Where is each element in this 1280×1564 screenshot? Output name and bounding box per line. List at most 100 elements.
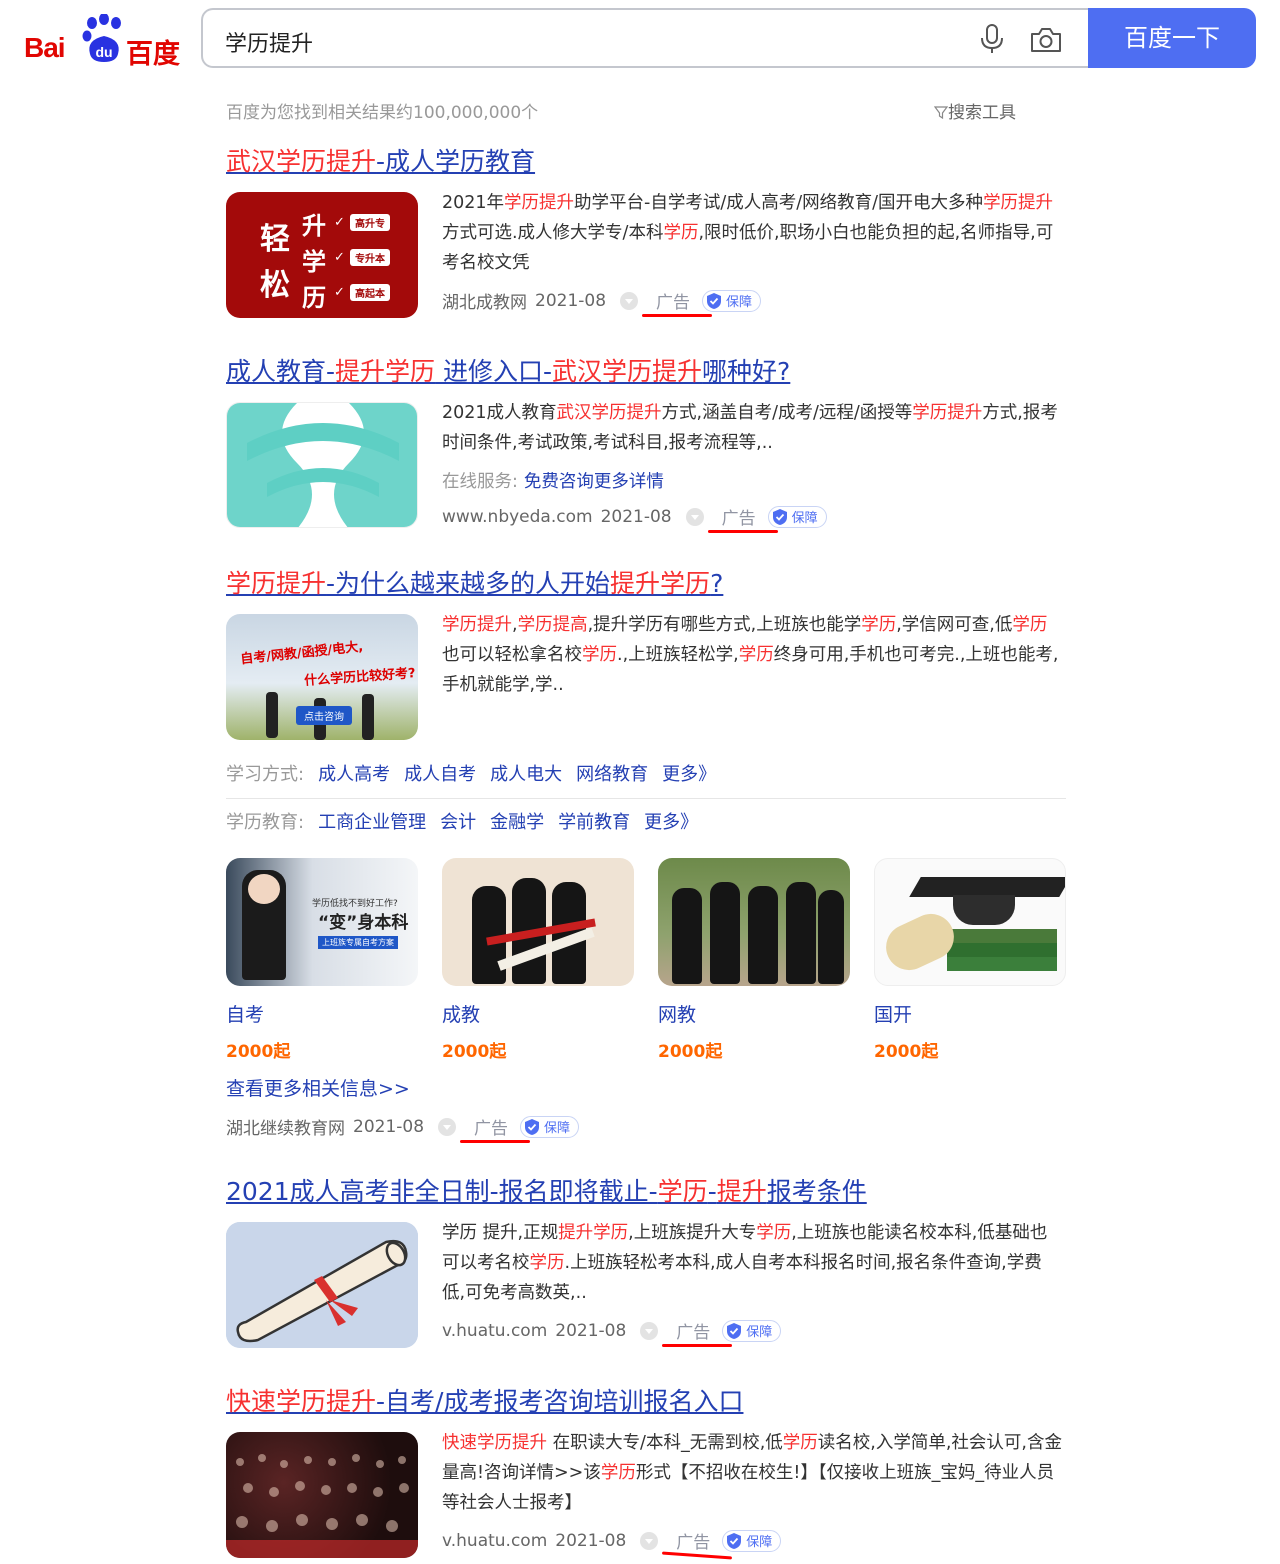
card-name[interactable]: 自考 — [226, 1000, 418, 1027]
search-tools-label: 搜索工具 — [948, 103, 1016, 123]
thumb-tag-2: 专升本 — [350, 249, 390, 266]
snippet-seg: 助学平台-自学考试/成人高考/网络教育/国开电大多种 — [574, 193, 984, 213]
study-mode-link[interactable]: 成人高考 — [318, 764, 390, 785]
thumb-tag-3: 高起本 — [350, 284, 390, 301]
snippet-seg: 学历 提升,正规 — [442, 1223, 559, 1243]
result-site[interactable]: v.huatu.com — [442, 1321, 547, 1341]
snippet-seg: 学历 — [582, 645, 617, 665]
result-snippet-4: 学历 提升,正规提升学历,上班族提升大专学历,上班族也能读名校本科,低基础也可以… — [442, 1218, 1062, 1308]
ad-label[interactable]: 广告 — [460, 1114, 531, 1143]
snippet-seg: 学历 — [663, 223, 699, 243]
guard-badge[interactable]: 保障 — [722, 1529, 782, 1552]
result-thumbnail-2[interactable] — [226, 402, 418, 528]
card-price: 2000起 — [874, 1042, 939, 1062]
product-card-chengjiao[interactable]: 成教 2000起 — [442, 858, 634, 1062]
result-meta-4: v.huatu.com 2021-08 广告 保障 — [442, 1318, 782, 1347]
education-link[interactable]: 金融学 — [490, 812, 544, 833]
ad-label[interactable]: 广告 — [707, 504, 778, 533]
shield-check-icon — [727, 1322, 742, 1339]
title-seg: 成人教育- — [226, 357, 336, 386]
thumb-line-2: 什么学历比较好考? — [303, 666, 417, 689]
result-thumbnail-4[interactable] — [226, 1222, 418, 1348]
guard-badge[interactable]: 保障 — [520, 1115, 580, 1138]
dropdown-dot-icon[interactable] — [438, 1117, 457, 1136]
ad-text: 广告 — [676, 1533, 711, 1553]
result-title-5[interactable]: 快速学历提升-自考/成考报考咨询培训报名入口 — [226, 1382, 1066, 1418]
card-name[interactable]: 成教 — [442, 1000, 634, 1027]
ad-text: 广告 — [656, 293, 691, 313]
guard-text: 保障 — [544, 1121, 571, 1136]
classroom-crowd-image — [226, 1454, 418, 1558]
result-thumbnail-5[interactable] — [226, 1432, 418, 1558]
product-card-wangjiao[interactable]: 网教 2000起 — [658, 858, 850, 1062]
result-site[interactable]: 湖北继续教育网 — [226, 1114, 345, 1139]
snippet-seg: 学历提升 — [504, 193, 575, 213]
title-seg: 2021成人高考非全日制-报名即将截止- — [226, 1177, 658, 1206]
snippet-seg: 2021年 — [442, 193, 505, 213]
result-title-1[interactable]: 武汉学历提升-成人学历教育 — [226, 142, 1066, 178]
result-snippet-3: 学历提升,学历提高,提升学历有哪些方式,上班族也能学学历,学信网可查,低学历也可… — [442, 610, 1062, 700]
snippet-seg: ,上班族提升大专 — [628, 1223, 757, 1243]
result-date: 2021-08 — [600, 506, 672, 527]
study-mode-more-link[interactable]: 更多》 — [662, 764, 716, 785]
ad-label[interactable]: 广告 — [642, 288, 713, 317]
education-more-link[interactable]: 更多》 — [644, 812, 698, 833]
title-seg: -成人学历教育 — [376, 147, 536, 176]
microphone-icon[interactable] — [979, 24, 1005, 54]
snippet-seg: 快速学历提升 — [442, 1433, 547, 1453]
search-box[interactable]: 学历提升 — [201, 8, 1091, 68]
result-meta-2: www.nbyeda.com 2021-08 广告 保障 — [442, 504, 827, 533]
snippet-seg: 学历 — [861, 615, 897, 635]
ad-label[interactable]: 广告 — [662, 1318, 733, 1347]
ad-label[interactable]: 广告 — [662, 1528, 733, 1560]
divider — [226, 798, 1066, 799]
dropdown-dot-icon[interactable] — [685, 507, 704, 526]
baidu-logo[interactable]: Bai du 百度 — [24, 14, 184, 70]
search-tools-button[interactable]: 搜索工具 — [933, 98, 1016, 123]
result-site[interactable]: 湖北成教网 — [442, 288, 527, 313]
more-info-link[interactable]: 查看更多相关信息>> — [226, 1074, 410, 1101]
search-button[interactable]: 百度一下 — [1088, 8, 1256, 68]
product-card-guokai[interactable]: 国开 2000起 — [874, 858, 1066, 1062]
education-link[interactable]: 工商企业管理 — [318, 812, 426, 833]
education-row: 学历教育: 工商企业管理 会计 金融学 学前教育 更多》 — [226, 808, 698, 834]
card-image — [442, 858, 634, 986]
education-link[interactable]: 学前教育 — [558, 812, 630, 833]
dropdown-dot-icon[interactable] — [620, 291, 639, 310]
study-mode-link[interactable]: 成人电大 — [490, 764, 562, 785]
snippet-seg: 武汉学历提升 — [556, 403, 662, 423]
result-site[interactable]: www.nbyeda.com — [442, 507, 593, 527]
result-title-2[interactable]: 成人教育-提升学历 进修入口-武汉学历提升哪种好? — [226, 352, 1066, 388]
title-seg: -为什么越来越多的人开始 — [326, 569, 611, 598]
title-seg: 提升 — [716, 1177, 767, 1206]
result-title-4[interactable]: 2021成人高考非全日制-报名即将截止-学历-提升报考条件 — [226, 1172, 1066, 1208]
product-card-zikao[interactable]: 学历低找不到好工作? “变”身本科 上班族专属自考方案 自考 2000起 — [226, 858, 418, 1062]
snippet-seg: 学历提高 — [517, 615, 588, 635]
guard-badge[interactable]: 保障 — [702, 289, 762, 312]
thumb-r1: 升 — [302, 212, 326, 240]
education-link[interactable]: 会计 — [440, 812, 476, 833]
result-title-3[interactable]: 学历提升-为什么越来越多的人开始提升学历? — [226, 564, 1066, 600]
result-meta-1: 湖北成教网 2021-08 广告 保障 — [442, 288, 762, 317]
guard-badge[interactable]: 保障 — [767, 505, 827, 528]
result-thumbnail-3[interactable]: 自考/网教/函授/电大, 什么学历比较好考? 点击咨询 — [226, 614, 418, 740]
card-name[interactable]: 国开 — [874, 1000, 1066, 1027]
title-seg: 哪种好? — [702, 357, 791, 386]
result-thumbnail-1[interactable]: 轻 松 升 学 历 ✓ ✓ ✓ 高升专 专升本 高起本 — [226, 192, 418, 318]
online-service: 在线服务: 免费咨询更多详情 — [442, 468, 664, 493]
shield-check-icon — [772, 508, 787, 525]
study-mode-link[interactable]: 成人自考 — [404, 764, 476, 785]
header: Bai du 百度 学历提升 百度一下 — [0, 0, 1280, 80]
search-input[interactable]: 学历提升 — [225, 26, 313, 58]
guard-badge[interactable]: 保障 — [722, 1319, 782, 1342]
card-name[interactable]: 网教 — [658, 1000, 850, 1027]
dropdown-dot-icon[interactable] — [640, 1321, 659, 1340]
search-result-1: 武汉学历提升-成人学历教育 轻 松 升 学 历 ✓ ✓ ✓ 高升专 专升本 高起… — [226, 142, 1066, 318]
filter-icon — [933, 106, 949, 120]
camera-icon[interactable] — [1029, 26, 1063, 54]
result-site[interactable]: v.huatu.com — [442, 1531, 547, 1551]
online-consult-link[interactable]: 免费咨询更多详情 — [524, 472, 664, 492]
dropdown-dot-icon[interactable] — [640, 1531, 659, 1550]
result-meta-5: v.huatu.com 2021-08 广告 保障 — [442, 1528, 782, 1560]
study-mode-link[interactable]: 网络教育 — [576, 764, 648, 785]
